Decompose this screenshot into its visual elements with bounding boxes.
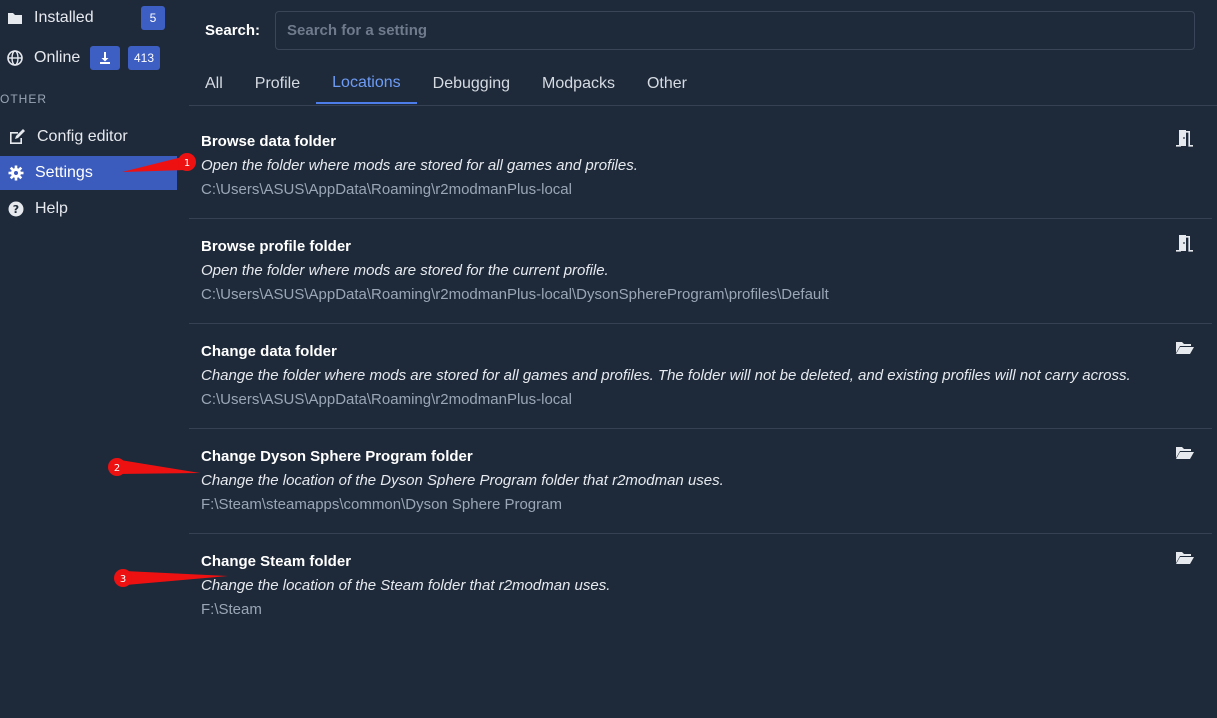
sidebar-item-label: Help xyxy=(35,200,68,217)
sidebar-item-installed[interactable]: Installed 5 xyxy=(0,1,177,35)
folder-icon xyxy=(4,11,26,25)
sidebar-item-online[interactable]: Online 413 xyxy=(0,41,177,75)
setting-change-data-folder: Change data folder Change the folder whe… xyxy=(189,324,1212,429)
sidebar-item-label: Online xyxy=(34,49,81,66)
sidebar-item-config-editor[interactable]: Config editor xyxy=(0,120,177,154)
tab-locations[interactable]: Locations xyxy=(316,64,417,104)
setting-browse-data-folder: Browse data folder Open the folder where… xyxy=(189,114,1212,219)
setting-description: Change the location of the Dyson Sphere … xyxy=(201,472,724,489)
setting-title: Change data folder xyxy=(201,343,337,360)
gear-icon xyxy=(5,165,27,181)
setting-change-game-folder: Change Dyson Sphere Program folder Chang… xyxy=(189,429,1212,534)
setting-title: Change Steam folder xyxy=(201,553,352,570)
sidebar-item-settings[interactable]: Settings xyxy=(0,156,177,190)
sidebar-heading-other: OTHER xyxy=(0,92,47,106)
svg-text:?: ? xyxy=(13,203,19,216)
settings-tabs: All Profile Locations Debugging Modpacks… xyxy=(189,64,1217,106)
door-open-icon[interactable] xyxy=(1174,128,1196,148)
download-button[interactable] xyxy=(90,46,120,70)
setting-path: C:\Users\ASUS\AppData\Roaming\r2modmanPl… xyxy=(201,181,572,198)
setting-description: Change the folder where mods are stored … xyxy=(201,367,1131,384)
question-icon: ? xyxy=(5,201,27,217)
download-icon xyxy=(100,52,110,64)
sidebar-item-label: Installed xyxy=(34,9,94,26)
globe-icon xyxy=(4,50,26,66)
setting-title: Change Dyson Sphere Program folder xyxy=(201,448,473,465)
sidebar-item-label: Config editor xyxy=(37,128,128,145)
search-label: Search: xyxy=(205,22,261,39)
sidebar-item-help[interactable]: ? Help xyxy=(0,192,177,226)
pencil-icon xyxy=(7,129,29,145)
setting-path: C:\Users\ASUS\AppData\Roaming\r2modmanPl… xyxy=(201,391,572,408)
setting-path: F:\Steam xyxy=(201,601,262,618)
search-input[interactable] xyxy=(275,11,1195,50)
installed-count-badge: 5 xyxy=(141,6,165,30)
setting-description: Open the folder where mods are stored fo… xyxy=(201,262,609,279)
setting-browse-profile-folder: Browse profile folder Open the folder wh… xyxy=(189,219,1212,324)
folder-open-icon[interactable] xyxy=(1174,548,1196,568)
online-count-badge: 413 xyxy=(128,46,161,70)
setting-title: Browse data folder xyxy=(201,133,337,150)
tab-profile[interactable]: Profile xyxy=(239,64,316,104)
setting-change-steam-folder: Change Steam folder Change the location … xyxy=(189,534,1212,639)
setting-path: F:\Steam\steamapps\common\Dyson Sphere P… xyxy=(201,496,562,513)
setting-description: Open the folder where mods are stored fo… xyxy=(201,157,638,174)
tab-other[interactable]: Other xyxy=(631,64,703,104)
setting-description: Change the location of the Steam folder … xyxy=(201,577,611,594)
setting-title: Browse profile folder xyxy=(201,238,352,255)
sidebar-item-label: Settings xyxy=(35,164,93,181)
folder-open-icon[interactable] xyxy=(1174,338,1196,358)
setting-path: C:\Users\ASUS\AppData\Roaming\r2modmanPl… xyxy=(201,286,829,303)
folder-open-icon[interactable] xyxy=(1174,443,1196,463)
sidebar: Installed 5 Online 413 OTHER Config edit… xyxy=(0,0,177,718)
settings-panel: Search: All Profile Locations Debugging … xyxy=(177,0,1217,718)
tab-all[interactable]: All xyxy=(189,64,239,104)
tab-modpacks[interactable]: Modpacks xyxy=(526,64,631,104)
door-open-icon[interactable] xyxy=(1174,233,1196,253)
tab-debugging[interactable]: Debugging xyxy=(417,64,526,104)
